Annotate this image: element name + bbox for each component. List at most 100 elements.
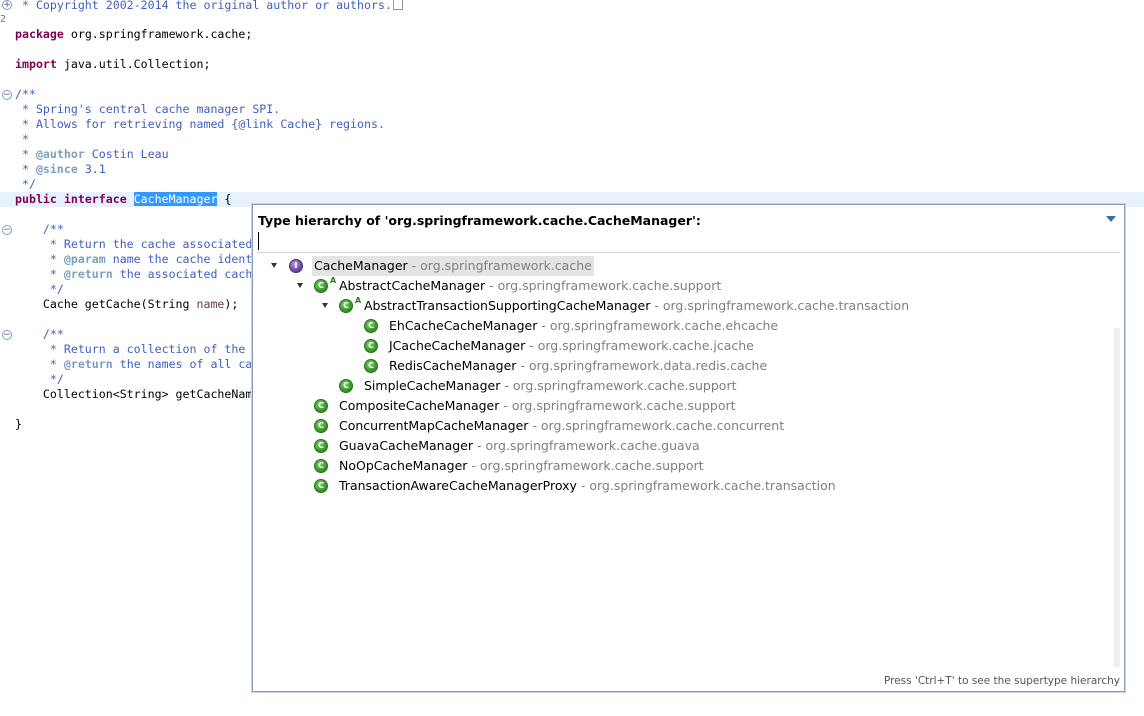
tree-node-guavacachemanager[interactable]: C GuavaCacheManager - org.springframewor… xyxy=(257,436,1120,456)
type-name: RedisCacheManager xyxy=(389,358,517,373)
class-icon: C xyxy=(339,379,353,393)
javadoc-text: * Allows for retrieving named {@link Cac… xyxy=(15,117,385,131)
tree-node-ehcachecachemanager[interactable]: C EhCacheCacheManager - org.springframew… xyxy=(257,316,1120,336)
code-line[interactable]: * xyxy=(0,132,1144,147)
javadoc-text: 3.1 xyxy=(77,162,106,176)
javadoc-star: * xyxy=(15,357,64,371)
javadoc-open: /** xyxy=(15,87,36,101)
class-icon: C xyxy=(314,399,328,413)
javadoc-tag: @return xyxy=(63,267,113,281)
popup-title: Type hierarchy of 'org.springframework.c… xyxy=(258,213,701,228)
javadoc-star: * xyxy=(15,162,36,176)
type-name: NoOpCacheManager xyxy=(339,458,468,473)
fold-collapse-icon[interactable]: − xyxy=(2,330,12,340)
brace: { xyxy=(217,192,232,206)
package-name: - org.springframework.cache.transaction xyxy=(576,478,836,493)
interface-icon: I xyxy=(289,259,303,273)
class-icon: C xyxy=(364,359,378,373)
package-name: - org.springframework.cache.support xyxy=(485,278,722,293)
divider xyxy=(257,252,1120,253)
javadoc-text: * Spring's central cache manager SPI. xyxy=(15,102,281,116)
code-line[interactable]: * @author Costin Leau xyxy=(0,147,1144,162)
selected-identifier[interactable]: CacheManager xyxy=(133,192,218,206)
parameter-name: name xyxy=(196,297,225,311)
type-name: TransactionAwareCacheManagerProxy xyxy=(339,478,577,493)
javadoc-open: /** xyxy=(15,222,64,236)
interface-keyword: interface xyxy=(63,192,127,206)
abstract-class-icon: CA xyxy=(339,296,361,313)
code-line[interactable]: − /** xyxy=(0,87,1144,102)
class-icon: C xyxy=(314,439,328,453)
javadoc-text: Costin Leau xyxy=(84,147,169,161)
folded-comment-icon[interactable] xyxy=(392,0,403,10)
class-icon: C xyxy=(364,319,378,333)
type-name: CompositeCacheManager xyxy=(339,398,500,413)
type-name: GuavaCacheManager xyxy=(339,438,473,453)
class-icon: C xyxy=(364,339,378,353)
javadoc-tag: @since xyxy=(35,162,78,176)
fold-collapse-icon[interactable]: − xyxy=(2,225,12,235)
package-name: - org.springframework.cache.ehcache xyxy=(537,318,779,333)
javadoc-text: * Return the cache associated xyxy=(15,237,253,251)
fold-expand-icon[interactable]: + xyxy=(2,0,12,10)
tree-node-rediscachemanager[interactable]: C RedisCacheManager - org.springframewor… xyxy=(257,356,1120,376)
fold-collapse-icon[interactable]: − xyxy=(2,90,12,100)
package-name: - org.springframework.cache.support xyxy=(499,398,736,413)
expand-triangle-icon[interactable] xyxy=(297,283,303,288)
code-line[interactable]: * Spring's central cache manager SPI. xyxy=(0,102,1144,117)
type-name: CacheManager xyxy=(314,258,408,273)
type-name: EhCacheCacheManager xyxy=(389,318,538,333)
tree-node-compositecachemanager[interactable]: C CompositeCacheManager - org.springfram… xyxy=(257,396,1120,416)
package-name: - org.springframework.cache.transaction xyxy=(650,298,910,313)
code-line[interactable]: */ xyxy=(0,177,1144,192)
code-line[interactable]: 2 + * Copyright 2002-2014 the original a… xyxy=(0,0,1144,25)
tree-node-simplecachemanager[interactable]: C SimpleCacheManager - org.springframewo… xyxy=(257,376,1120,396)
method-signature-end: ); xyxy=(224,297,239,311)
tree-node-cachemanager[interactable]: I CacheManager - org.springframework.cac… xyxy=(257,256,1120,276)
code-line[interactable]: import java.util.Collection; xyxy=(0,57,1144,72)
tree-node-transactionawarecachemanagerproxy[interactable]: C TransactionAwareCacheManagerProxy - or… xyxy=(257,476,1120,496)
class-icon: C xyxy=(314,459,328,473)
popup-status-hint: Press 'Ctrl+T' to see the supertype hier… xyxy=(883,675,1120,687)
closing-brace: } xyxy=(15,417,22,431)
tree-node-concurrentmapcachemanager[interactable]: C ConcurrentMapCacheManager - org.spring… xyxy=(257,416,1120,436)
type-name: AbstractTransactionSupportingCacheManage… xyxy=(364,298,651,313)
code-line[interactable]: * @since 3.1 xyxy=(0,162,1144,177)
javadoc-close: */ xyxy=(15,372,64,386)
public-keyword: public xyxy=(15,192,57,206)
javadoc-tag: @param xyxy=(63,252,106,266)
type-name: JCacheCacheManager xyxy=(389,338,526,353)
javadoc-open: /** xyxy=(15,327,64,341)
view-menu-chevron-icon[interactable] xyxy=(1106,216,1116,222)
code-line[interactable]: * Allows for retrieving named {@link Cac… xyxy=(0,117,1144,132)
vertical-scrollbar[interactable] xyxy=(1114,328,1120,667)
tree-node-noopcachemanager[interactable]: C NoOpCacheManager - org.springframework… xyxy=(257,456,1120,476)
package-name: - org.springframework.cache.concurrent xyxy=(528,418,785,433)
method-signature: Cache getCache(String xyxy=(15,297,197,311)
class-icon: C xyxy=(314,479,328,493)
filter-input[interactable] xyxy=(258,232,1121,250)
package-name: - org.springframework.cache.support xyxy=(467,458,704,473)
package-name: org.springframework.cache; xyxy=(63,27,253,41)
javadoc-star: * xyxy=(15,267,64,281)
expand-triangle-icon[interactable] xyxy=(271,263,277,268)
import-keyword: import xyxy=(15,57,57,71)
javadoc-text: * xyxy=(15,132,29,146)
javadoc-text: name the cache ident xyxy=(105,252,253,266)
package-name: - org.springframework.cache.support xyxy=(500,378,737,393)
tree-node-jcachecachemanager[interactable]: C JCacheCacheManager - org.springframewo… xyxy=(257,336,1120,356)
javadoc-tag: @author xyxy=(35,147,85,161)
tree-node-abstractcachemanager[interactable]: CA AbstractCacheManager - org.springfram… xyxy=(257,276,1120,296)
type-name: SimpleCacheManager xyxy=(364,378,501,393)
javadoc-close: */ xyxy=(15,177,36,191)
type-hierarchy-popup[interactable]: Type hierarchy of 'org.springframework.c… xyxy=(252,204,1125,692)
code-line[interactable]: package org.springframework.cache; xyxy=(0,27,1144,42)
tree-node-abstracttransactionsupportingcachemanager[interactable]: CA AbstractTransactionSupportingCacheMan… xyxy=(257,296,1120,316)
javadoc-close: */ xyxy=(15,282,64,296)
expand-triangle-icon[interactable] xyxy=(322,303,328,308)
type-name: AbstractCacheManager xyxy=(339,278,486,293)
line-number: 2 xyxy=(0,14,6,25)
class-icon: C xyxy=(314,419,328,433)
hierarchy-tree[interactable]: I CacheManager - org.springframework.cac… xyxy=(257,254,1120,667)
javadoc-star: * xyxy=(15,252,64,266)
